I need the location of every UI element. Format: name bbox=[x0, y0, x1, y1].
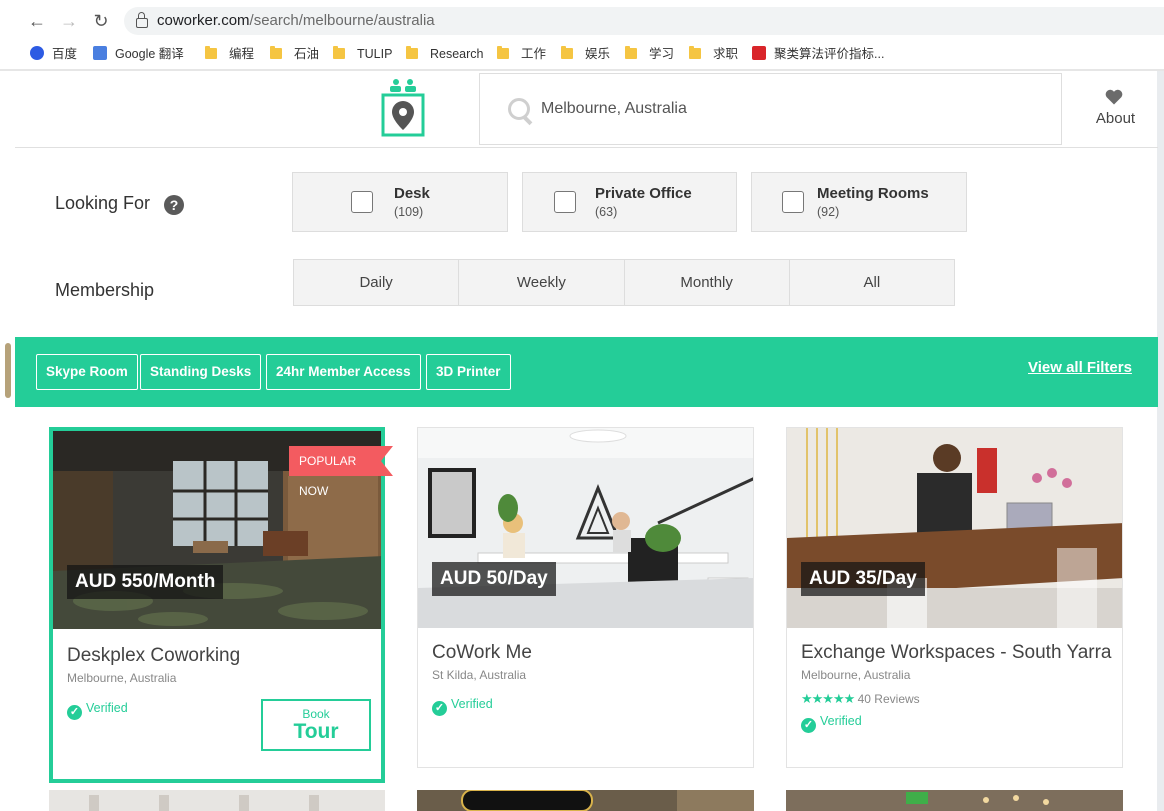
book-tour-big: Tour bbox=[293, 720, 339, 743]
option-title: Meeting Rooms bbox=[817, 185, 929, 202]
folder-icon bbox=[270, 46, 282, 59]
view-all-filters-link[interactable]: View all Filters bbox=[1028, 359, 1132, 376]
folder-icon bbox=[625, 46, 637, 59]
coworker-logo-icon[interactable] bbox=[381, 76, 425, 138]
option-count: (109) bbox=[394, 205, 424, 219]
filter-desk[interactable]: Desk (109) bbox=[292, 172, 508, 232]
listing-photo[interactable]: AUD 35/Day bbox=[787, 428, 1122, 628]
verified-status: ✓ Verified bbox=[801, 714, 862, 733]
membership-selector: Daily Weekly Monthly All bbox=[293, 259, 955, 306]
bookmarks-bar: 百度 Google 翻译 编程 石油 TULIP Research 工作 娱乐 … bbox=[0, 42, 1164, 66]
membership-daily[interactable]: Daily bbox=[294, 260, 460, 305]
bookmark-baidu[interactable]: 百度 bbox=[30, 45, 77, 63]
private-office-checkbox[interactable] bbox=[554, 191, 576, 213]
option-title: Private Office bbox=[595, 185, 692, 202]
bookmark-folder[interactable]: 娱乐 bbox=[561, 45, 610, 63]
verified-status: ✓ Verified bbox=[67, 701, 128, 720]
filter-meeting-rooms[interactable]: Meeting Rooms (92) bbox=[751, 172, 967, 232]
c-logo-icon bbox=[752, 46, 766, 60]
folder-icon bbox=[689, 46, 701, 59]
site-header: Melbourne, Australia About bbox=[15, 71, 1158, 148]
listing-title[interactable]: Exchange Workspaces - South Yarra bbox=[801, 642, 1112, 664]
tag-24hr-access[interactable]: 24hr Member Access bbox=[266, 354, 421, 390]
listing-location: Melbourne, Australia bbox=[67, 671, 177, 685]
option-count: (63) bbox=[595, 205, 618, 219]
bookmark-folder[interactable]: 工作 bbox=[497, 45, 546, 63]
search-value[interactable]: Melbourne, Australia bbox=[541, 100, 687, 118]
option-count: (92) bbox=[817, 205, 840, 219]
folder-icon bbox=[333, 46, 345, 59]
listing-location: Melbourne, Australia bbox=[801, 668, 911, 682]
amenity-filter-bar: Skype Room Standing Desks 24hr Member Ac… bbox=[15, 337, 1158, 407]
bookmark-folder[interactable]: 学习 bbox=[625, 45, 674, 63]
listing-card[interactable]: AUD 35/Day Exchange Workspaces - South Y… bbox=[786, 427, 1123, 768]
listing-title[interactable]: CoWork Me bbox=[432, 642, 532, 664]
meeting-rooms-checkbox[interactable] bbox=[782, 191, 804, 213]
tag-3d-printer[interactable]: 3D Printer bbox=[426, 354, 511, 390]
listing-photo[interactable]: AUD 50/Day bbox=[418, 428, 753, 628]
bookmark-folder[interactable]: 编程 bbox=[205, 45, 254, 63]
option-title: Desk bbox=[394, 185, 430, 202]
price-label: AUD 50/Day bbox=[432, 562, 556, 596]
verified-status: ✓ Verified bbox=[432, 697, 493, 716]
listing-card-partial[interactable] bbox=[417, 790, 754, 811]
translate-icon bbox=[93, 46, 107, 60]
looking-for-label: Looking For bbox=[55, 193, 151, 213]
search-icon bbox=[508, 98, 530, 120]
filter-private-office[interactable]: Private Office (63) bbox=[522, 172, 737, 232]
check-icon: ✓ bbox=[801, 718, 816, 733]
popular-badge: POPULAR NOW bbox=[289, 446, 393, 498]
forward-icon[interactable]: → bbox=[58, 10, 80, 32]
heart-icon bbox=[1105, 89, 1123, 105]
listing-title[interactable]: Deskplex Coworking bbox=[67, 645, 240, 667]
reload-icon[interactable]: ↻ bbox=[90, 10, 112, 32]
listing-card-partial[interactable] bbox=[786, 790, 1123, 811]
address-bar[interactable]: coworker.com/search/melbourne/australia bbox=[124, 7, 1164, 35]
membership-weekly[interactable]: Weekly bbox=[459, 260, 625, 305]
folder-icon bbox=[497, 46, 509, 59]
book-tour-button[interactable]: Book Tour bbox=[261, 699, 371, 751]
listing-card-partial[interactable] bbox=[49, 790, 385, 811]
bookmark-folder[interactable]: Research bbox=[406, 45, 484, 63]
rating: ★★★★★ 40 Reviews bbox=[801, 691, 920, 707]
back-icon[interactable]: ← bbox=[26, 10, 48, 32]
bookmark-folder[interactable]: TULIP bbox=[333, 45, 392, 63]
listing-card[interactable]: AUD 550/Month POPULAR NOW Deskplex Cowor… bbox=[49, 427, 393, 783]
check-icon: ✓ bbox=[67, 705, 82, 720]
desk-checkbox[interactable] bbox=[351, 191, 373, 213]
bookmark-clustering[interactable]: 聚类算法评价指标... bbox=[752, 45, 884, 63]
tag-skype-room[interactable]: Skype Room bbox=[36, 354, 138, 390]
bookmark-google-translate[interactable]: Google 翻译 bbox=[93, 45, 184, 63]
scrollbar-thumb[interactable] bbox=[5, 343, 11, 398]
listing-card[interactable]: AUD 50/Day CoWork Me St Kilda, Australia… bbox=[417, 427, 754, 768]
browser-toolbar: ← → ↻ coworker.com/search/melbourne/aust… bbox=[0, 0, 1164, 42]
folder-icon bbox=[561, 46, 573, 59]
about-label: About bbox=[1095, 110, 1136, 127]
baidu-icon bbox=[30, 46, 44, 60]
about-button[interactable]: About bbox=[1063, 73, 1158, 145]
folder-icon bbox=[406, 46, 418, 59]
url-text: coworker.com/search/melbourne/australia bbox=[157, 12, 435, 29]
bookmark-folder[interactable]: 求职 bbox=[689, 45, 738, 63]
tag-standing-desks[interactable]: Standing Desks bbox=[140, 354, 262, 390]
star-icon: ★★★★★ bbox=[801, 691, 855, 706]
help-icon[interactable]: ? bbox=[164, 195, 184, 215]
location-search-input[interactable]: Melbourne, Australia bbox=[479, 73, 1062, 145]
map-edge bbox=[1157, 71, 1164, 811]
lock-icon bbox=[136, 12, 148, 28]
check-icon: ✓ bbox=[432, 701, 447, 716]
membership-all[interactable]: All bbox=[789, 260, 954, 305]
membership-monthly[interactable]: Monthly bbox=[624, 260, 790, 305]
review-count[interactable]: 40 Reviews bbox=[858, 692, 920, 706]
listing-location: St Kilda, Australia bbox=[432, 668, 527, 682]
book-tour-small: Book bbox=[302, 707, 330, 721]
folder-icon bbox=[205, 46, 217, 59]
bookmark-folder[interactable]: 石油 bbox=[270, 45, 319, 63]
membership-label: Membership bbox=[55, 280, 155, 300]
price-label: AUD 35/Day bbox=[801, 562, 925, 596]
price-label: AUD 550/Month bbox=[67, 565, 224, 599]
